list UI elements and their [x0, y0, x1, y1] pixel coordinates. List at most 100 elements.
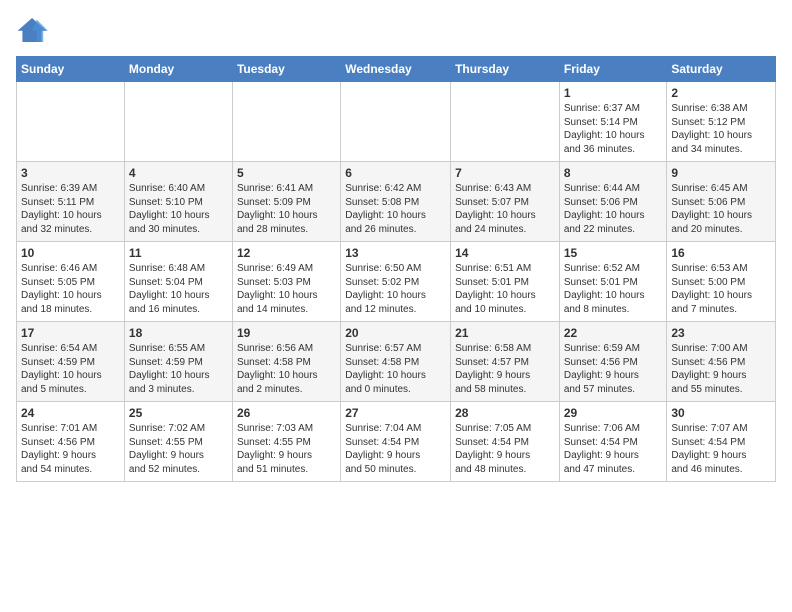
- week-row-4: 24 Sunrise: 7:01 AM Sunset: 4:56 PM Dayli…: [17, 402, 776, 482]
- day-info: Sunrise: 7:02 AM Sunset: 4:55 PM Dayligh…: [129, 422, 228, 476]
- day-number: 12: [237, 246, 336, 260]
- calendar-cell: 9 Sunrise: 6:45 AM Sunset: 5:06 PM Daylig…: [667, 162, 776, 242]
- calendar-cell: 2 Sunrise: 6:38 AM Sunset: 5:12 PM Daylig…: [667, 82, 776, 162]
- day-number: 16: [671, 246, 771, 260]
- day-info: Sunrise: 6:52 AM Sunset: 5:01 PM Dayligh…: [564, 262, 663, 316]
- calendar-cell: 23 Sunrise: 7:00 AM Sunset: 4:56 PM Dayli…: [667, 322, 776, 402]
- week-row-0: 1 Sunrise: 6:37 AM Sunset: 5:14 PM Daylig…: [17, 82, 776, 162]
- day-number: 21: [455, 326, 555, 340]
- day-info: Sunrise: 6:57 AM Sunset: 4:58 PM Dayligh…: [345, 342, 446, 396]
- day-info: Sunrise: 7:07 AM Sunset: 4:54 PM Dayligh…: [671, 422, 771, 476]
- day-info: Sunrise: 7:04 AM Sunset: 4:54 PM Dayligh…: [345, 422, 446, 476]
- day-info: Sunrise: 6:42 AM Sunset: 5:08 PM Dayligh…: [345, 182, 446, 236]
- calendar-cell: 26 Sunrise: 7:03 AM Sunset: 4:55 PM Dayli…: [232, 402, 340, 482]
- calendar-cell: [17, 82, 125, 162]
- calendar-cell: 6 Sunrise: 6:42 AM Sunset: 5:08 PM Daylig…: [341, 162, 451, 242]
- week-row-1: 3 Sunrise: 6:39 AM Sunset: 5:11 PM Daylig…: [17, 162, 776, 242]
- header-row: SundayMondayTuesdayWednesdayThursdayFrid…: [17, 57, 776, 82]
- day-number: 10: [21, 246, 120, 260]
- calendar-cell: 27 Sunrise: 7:04 AM Sunset: 4:54 PM Dayli…: [341, 402, 451, 482]
- day-info: Sunrise: 6:54 AM Sunset: 4:59 PM Dayligh…: [21, 342, 120, 396]
- calendar-header: SundayMondayTuesdayWednesdayThursdayFrid…: [17, 57, 776, 82]
- day-info: Sunrise: 6:40 AM Sunset: 5:10 PM Dayligh…: [129, 182, 228, 236]
- day-info: Sunrise: 7:00 AM Sunset: 4:56 PM Dayligh…: [671, 342, 771, 396]
- day-number: 1: [564, 86, 663, 100]
- header-sunday: Sunday: [17, 57, 125, 82]
- calendar-cell: 10 Sunrise: 6:46 AM Sunset: 5:05 PM Dayli…: [17, 242, 125, 322]
- day-info: Sunrise: 6:39 AM Sunset: 5:11 PM Dayligh…: [21, 182, 120, 236]
- header-saturday: Saturday: [667, 57, 776, 82]
- calendar-cell: [341, 82, 451, 162]
- calendar-cell: 30 Sunrise: 7:07 AM Sunset: 4:54 PM Dayli…: [667, 402, 776, 482]
- day-number: 3: [21, 166, 120, 180]
- day-info: Sunrise: 6:59 AM Sunset: 4:56 PM Dayligh…: [564, 342, 663, 396]
- day-info: Sunrise: 6:49 AM Sunset: 5:03 PM Dayligh…: [237, 262, 336, 316]
- day-info: Sunrise: 6:48 AM Sunset: 5:04 PM Dayligh…: [129, 262, 228, 316]
- day-number: 22: [564, 326, 663, 340]
- calendar-cell: 14Sunrise: 6:51 AM Sunset: 5:01 PM Dayli…: [451, 242, 560, 322]
- day-number: 18: [129, 326, 228, 340]
- calendar-cell: 22 Sunrise: 6:59 AM Sunset: 4:56 PM Dayli…: [559, 322, 667, 402]
- day-number: 30: [671, 406, 771, 420]
- header-monday: Monday: [124, 57, 232, 82]
- calendar-cell: 24 Sunrise: 7:01 AM Sunset: 4:56 PM Dayli…: [17, 402, 125, 482]
- day-number: 14: [455, 246, 555, 260]
- header-friday: Friday: [559, 57, 667, 82]
- calendar-cell: 13 Sunrise: 6:50 AM Sunset: 5:02 PM Dayli…: [341, 242, 451, 322]
- week-row-2: 10 Sunrise: 6:46 AM Sunset: 5:05 PM Dayli…: [17, 242, 776, 322]
- calendar-cell: 29Sunrise: 7:06 AM Sunset: 4:54 PM Dayli…: [559, 402, 667, 482]
- day-info: Sunrise: 7:01 AM Sunset: 4:56 PM Dayligh…: [21, 422, 120, 476]
- day-info: Sunrise: 6:50 AM Sunset: 5:02 PM Dayligh…: [345, 262, 446, 316]
- logo-icon: [16, 16, 48, 44]
- calendar-cell: [232, 82, 340, 162]
- calendar-cell: 12 Sunrise: 6:49 AM Sunset: 5:03 PM Dayli…: [232, 242, 340, 322]
- week-row-3: 17 Sunrise: 6:54 AM Sunset: 4:59 PM Dayli…: [17, 322, 776, 402]
- calendar-cell: 16Sunrise: 6:53 AM Sunset: 5:00 PM Dayli…: [667, 242, 776, 322]
- day-info: Sunrise: 6:38 AM Sunset: 5:12 PM Dayligh…: [671, 102, 771, 156]
- day-number: 15: [564, 246, 663, 260]
- day-number: 4: [129, 166, 228, 180]
- day-number: 6: [345, 166, 446, 180]
- day-info: Sunrise: 6:45 AM Sunset: 5:06 PM Dayligh…: [671, 182, 771, 236]
- day-info: Sunrise: 7:03 AM Sunset: 4:55 PM Dayligh…: [237, 422, 336, 476]
- page-header: [16, 16, 776, 44]
- calendar-cell: 3 Sunrise: 6:39 AM Sunset: 5:11 PM Daylig…: [17, 162, 125, 242]
- day-number: 23: [671, 326, 771, 340]
- day-info: Sunrise: 6:56 AM Sunset: 4:58 PM Dayligh…: [237, 342, 336, 396]
- calendar-cell: 28Sunrise: 7:05 AM Sunset: 4:54 PM Dayli…: [451, 402, 560, 482]
- day-number: 27: [345, 406, 446, 420]
- day-number: 11: [129, 246, 228, 260]
- calendar-cell: 15 Sunrise: 6:52 AM Sunset: 5:01 PM Dayli…: [559, 242, 667, 322]
- day-number: 13: [345, 246, 446, 260]
- calendar-body: 1 Sunrise: 6:37 AM Sunset: 5:14 PM Daylig…: [17, 82, 776, 482]
- day-number: 2: [671, 86, 771, 100]
- logo: [16, 16, 54, 44]
- calendar-cell: 8Sunrise: 6:44 AM Sunset: 5:06 PM Daylig…: [559, 162, 667, 242]
- calendar-cell: 7 Sunrise: 6:43 AM Sunset: 5:07 PM Daylig…: [451, 162, 560, 242]
- day-number: 20: [345, 326, 446, 340]
- day-info: Sunrise: 6:43 AM Sunset: 5:07 PM Dayligh…: [455, 182, 555, 236]
- calendar-cell: 18 Sunrise: 6:55 AM Sunset: 4:59 PM Dayli…: [124, 322, 232, 402]
- calendar-cell: 4 Sunrise: 6:40 AM Sunset: 5:10 PM Daylig…: [124, 162, 232, 242]
- calendar-cell: 17 Sunrise: 6:54 AM Sunset: 4:59 PM Dayli…: [17, 322, 125, 402]
- calendar-cell: [124, 82, 232, 162]
- day-number: 7: [455, 166, 555, 180]
- day-number: 19: [237, 326, 336, 340]
- calendar-cell: 20 Sunrise: 6:57 AM Sunset: 4:58 PM Dayli…: [341, 322, 451, 402]
- day-info: Sunrise: 6:37 AM Sunset: 5:14 PM Dayligh…: [564, 102, 663, 156]
- day-info: Sunrise: 7:05 AM Sunset: 4:54 PM Dayligh…: [455, 422, 555, 476]
- header-thursday: Thursday: [451, 57, 560, 82]
- day-number: 9: [671, 166, 771, 180]
- day-info: Sunrise: 6:41 AM Sunset: 5:09 PM Dayligh…: [237, 182, 336, 236]
- day-info: Sunrise: 6:46 AM Sunset: 5:05 PM Dayligh…: [21, 262, 120, 316]
- day-number: 26: [237, 406, 336, 420]
- day-info: Sunrise: 6:58 AM Sunset: 4:57 PM Dayligh…: [455, 342, 555, 396]
- calendar-cell: [451, 82, 560, 162]
- day-number: 29: [564, 406, 663, 420]
- day-number: 17: [21, 326, 120, 340]
- day-number: 24: [21, 406, 120, 420]
- calendar-cell: 21 Sunrise: 6:58 AM Sunset: 4:57 PM Dayli…: [451, 322, 560, 402]
- header-wednesday: Wednesday: [341, 57, 451, 82]
- calendar-cell: 11 Sunrise: 6:48 AM Sunset: 5:04 PM Dayli…: [124, 242, 232, 322]
- day-info: Sunrise: 6:55 AM Sunset: 4:59 PM Dayligh…: [129, 342, 228, 396]
